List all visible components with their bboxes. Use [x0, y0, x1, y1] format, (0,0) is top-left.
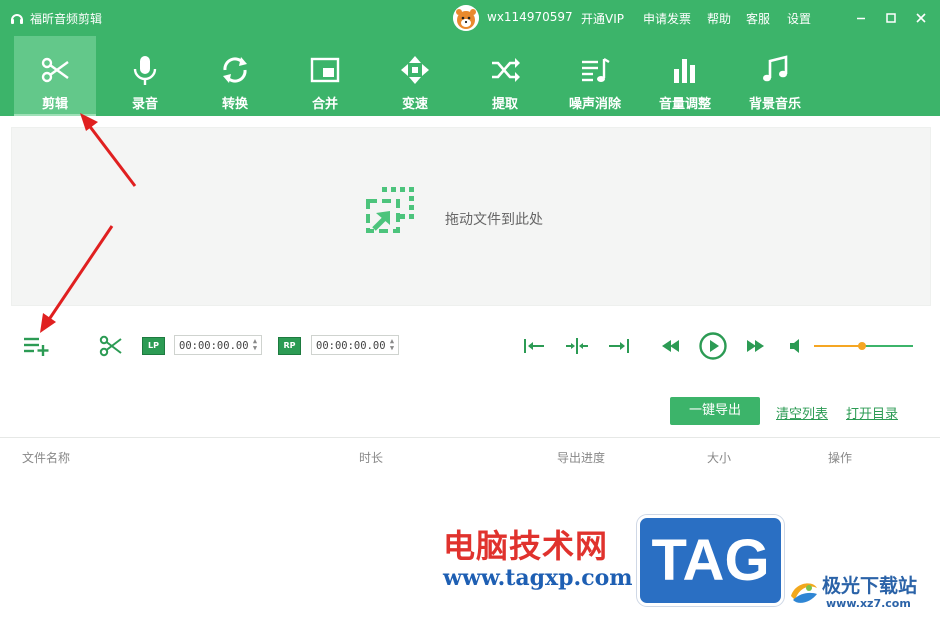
tool-extract[interactable]: 提取 [464, 36, 546, 116]
close-icon[interactable] [912, 9, 930, 27]
add-file-icon[interactable] [23, 335, 51, 357]
tool-merge[interactable]: 合并 [284, 36, 366, 116]
fast-forward-icon[interactable] [744, 337, 766, 355]
tool-cut[interactable]: 剪辑 [14, 36, 96, 116]
scissors-icon [41, 57, 69, 83]
tool-label: 音量调整 [658, 97, 711, 112]
tool-record[interactable]: 录音 [104, 36, 186, 116]
tool-convert[interactable]: 转换 [194, 36, 276, 116]
service-link[interactable]: 客服 [746, 10, 770, 27]
title-bar: 福昕音频剪辑 wx114970597 开通VIP 申请发票 帮助 客服 设置 [0, 0, 940, 36]
clear-list-link[interactable]: 清空列表 [776, 403, 828, 422]
maximize-icon[interactable] [882, 9, 900, 27]
cut-scissors-icon[interactable] [99, 335, 123, 357]
rp-badge[interactable]: RP [278, 337, 301, 355]
minimize-icon[interactable] [852, 9, 870, 27]
merge-icon [310, 57, 340, 83]
one-click-export-button[interactable]: 一键导出 [670, 397, 760, 425]
drag-drop-icon [366, 187, 414, 233]
tool-label: 变速 [401, 97, 428, 112]
volume-adjust-icon [674, 59, 695, 83]
file-table-header: 文件名称 时长 导出进度 大小 操作 [0, 437, 940, 478]
watermark-url: www.tagxp.com [443, 565, 633, 591]
extract-icon [492, 58, 520, 82]
column-size[interactable]: 大小 [707, 449, 731, 466]
rp-time-value: 00:00:00.00 [316, 340, 386, 352]
app-logo-icon [11, 14, 23, 24]
rewind-icon[interactable] [660, 337, 682, 355]
volume-icon[interactable] [788, 337, 806, 355]
app-title: 福昕音频剪辑 [30, 12, 103, 26]
watermark-site-name: 极光下载站 [822, 575, 918, 597]
play-icon[interactable] [698, 331, 728, 361]
lp-time-input[interactable]: 00:00:00.00 ▲ ▼ [174, 335, 262, 355]
file-drop-zone[interactable]: 拖动文件到此处 [11, 127, 931, 306]
column-file-name[interactable]: 文件名称 [22, 449, 70, 466]
watermark-site-cn: 电脑技术网 [443, 527, 609, 565]
microphone-icon [133, 56, 157, 85]
xz7-logo-icon [791, 583, 817, 603]
tool-bgm[interactable]: 背景音乐 [734, 36, 816, 116]
watermark-site-url: www.xz7.com [826, 597, 911, 610]
drop-hint-text: 拖动文件到此处 [445, 212, 543, 228]
tool-label: 噪声消除 [568, 97, 621, 112]
convert-icon [223, 57, 247, 83]
main-toolbar: 剪辑 录音 转换 合并 变速 提取 噪声消除 音量调整 背景音乐 [0, 36, 940, 116]
avatar[interactable] [453, 5, 479, 31]
tool-speed[interactable]: 变速 [374, 36, 456, 116]
column-actions[interactable]: 操作 [828, 449, 852, 466]
center-marker-icon[interactable] [565, 336, 589, 356]
jump-to-start-icon[interactable] [523, 336, 545, 356]
column-export-progress[interactable]: 导出进度 [557, 449, 605, 466]
rp-time-input[interactable]: 00:00:00.00 ▲ ▼ [311, 335, 399, 355]
jump-to-end-icon[interactable] [608, 336, 630, 356]
open-vip-link[interactable]: 开通VIP [581, 10, 624, 27]
rp-time-spinner[interactable]: ▲ ▼ [388, 338, 396, 353]
music-note-icon [763, 55, 788, 82]
settings-link[interactable]: 设置 [787, 10, 811, 27]
denoise-icon [582, 57, 610, 82]
tool-label: 录音 [131, 97, 158, 112]
help-link[interactable]: 帮助 [707, 10, 731, 27]
speed-icon [401, 56, 429, 84]
username[interactable]: wx114970597 [487, 10, 573, 24]
column-duration[interactable]: 时长 [359, 449, 383, 466]
volume-slider-fill [814, 345, 862, 347]
tool-label: 剪辑 [41, 97, 68, 112]
tag-logo: TAG [637, 515, 784, 606]
invoice-link[interactable]: 申请发票 [643, 10, 691, 27]
tool-label: 合并 [311, 97, 338, 112]
tool-denoise[interactable]: 噪声消除 [554, 36, 636, 116]
open-directory-link[interactable]: 打开目录 [846, 403, 898, 422]
volume-slider[interactable] [814, 342, 913, 350]
tool-label: 背景音乐 [748, 97, 801, 112]
volume-slider-knob[interactable] [857, 342, 866, 350]
tool-label: 转换 [221, 97, 248, 112]
tool-volume[interactable]: 音量调整 [644, 36, 726, 116]
tool-label: 提取 [491, 97, 518, 112]
lp-badge[interactable]: LP [142, 337, 165, 355]
lp-time-value: 00:00:00.00 [179, 340, 249, 352]
lp-time-spinner[interactable]: ▲ ▼ [251, 338, 259, 353]
